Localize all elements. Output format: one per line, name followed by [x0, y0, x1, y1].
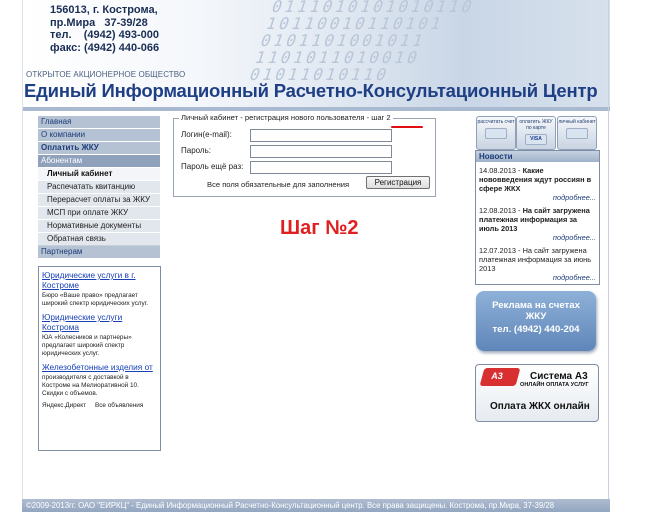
site-title[interactable]: Единый Информационный Расчетно-Консульта… — [24, 80, 598, 102]
nav-item-partners[interactable]: Партнерам — [38, 246, 160, 259]
more-link[interactable]: подробнее... — [476, 233, 596, 242]
register-button[interactable]: Регистрация — [366, 176, 430, 189]
page-border-left — [22, 0, 23, 512]
button-label: личный кабинет — [558, 119, 596, 125]
address-line: 156013, г. Кострома, — [50, 4, 158, 16]
banner-line: Реклама на счетах — [492, 300, 580, 311]
nav-item-about[interactable]: О компании — [38, 129, 160, 142]
news-panel: Новости 14.08.2013 - Какие нововведения … — [475, 150, 600, 285]
more-link[interactable]: подробнее... — [476, 273, 596, 282]
news-date: 12.08.2013 — [479, 206, 516, 215]
user-icon — [566, 128, 588, 139]
nav-item-personal-cabinet[interactable]: Личный кабинет — [38, 168, 160, 181]
password-input[interactable] — [250, 145, 392, 158]
binary-decoration: 0111010101010110 10110010110101 01011010… — [247, 0, 478, 84]
fax-line: факс: (4942) 440-066 — [50, 41, 160, 54]
news-item[interactable]: 12.07.2013 - На сайт загружена платежная… — [479, 246, 596, 273]
nav-item-subscribers[interactable]: Абонентам — [38, 155, 160, 168]
left-nav: Главная О компании Оплатить ЖКУ Абонента… — [38, 116, 160, 259]
login-input[interactable] — [250, 129, 392, 142]
news-item[interactable]: 12.08.2013 - На сайт загружена платежная… — [479, 206, 596, 233]
a3-title: Система А3 — [530, 371, 588, 382]
phone-line: тел. (4942) 493-000 — [50, 29, 159, 41]
button-label: рассчитать счет — [477, 119, 515, 125]
address-line: пр.Мира 37-39/28 — [50, 16, 148, 29]
ad-link[interactable]: Юридические услуги в г. Костроме — [42, 270, 160, 290]
card-icon: VISA — [525, 134, 547, 145]
a3-cta: Оплата ЖКХ онлайн — [490, 401, 590, 412]
more-link[interactable]: подробнее... — [476, 193, 596, 202]
calculator-icon — [485, 128, 507, 139]
button-label: оплатить ЖКУ по карте — [519, 119, 553, 131]
nav-item-pay[interactable]: Оплатить ЖКУ — [38, 142, 160, 155]
a3-payment-banner[interactable]: A3 Система А3 ОНЛАЙН ОПЛАТА УСЛУГ Оплата… — [475, 364, 599, 422]
nav-item-documents[interactable]: Нормативные документы — [38, 220, 160, 233]
calculate-bill-button[interactable]: рассчитать счет — [476, 116, 516, 150]
news-item[interactable]: 14.08.2013 - Какие нововведения ждут рос… — [479, 166, 596, 193]
step-underline-mark — [391, 126, 423, 128]
yandex-direct-link[interactable]: Яндекс.Директ — [42, 402, 86, 409]
yandex-direct-ads: Юридические услуги в г. Костроме Бюро «В… — [38, 266, 161, 451]
nav-item-feedback[interactable]: Обратная связь — [38, 233, 160, 246]
ad-footer: Яндекс.Директ Все объявления — [42, 402, 160, 409]
a3-subtitle: ОНЛАЙН ОПЛАТА УСЛУГ — [520, 382, 589, 388]
a3-logo-icon: A3 — [479, 368, 521, 386]
nav-item-recalculation[interactable]: Перерасчет оплаты за ЖКУ — [38, 194, 160, 207]
nav-item-home[interactable]: Главная — [38, 116, 160, 129]
ad-text: ЮА «Колесников и партнеры» предлагает ши… — [42, 334, 132, 357]
nav-item-msp[interactable]: МСП при оплате ЖКУ — [38, 207, 160, 220]
ad-text: производителя с доставкой в Костроме на … — [42, 374, 139, 397]
all-ads-link[interactable]: Все объявления — [95, 402, 143, 409]
ad-text: Бюро «Ваше право» предлагает широкий спе… — [42, 292, 149, 307]
password-confirm-label: Пароль ещё раз: — [181, 162, 244, 171]
required-note: Все поля обязательные для заполнения — [207, 180, 350, 189]
personal-cabinet-button[interactable]: личный кабинет — [557, 116, 597, 150]
org-type: ОТКРЫТОЕ АКЦИОНЕРНОЕ ОБЩЕСТВО — [26, 70, 186, 79]
news-title: Новости — [476, 151, 599, 162]
form-legend: Личный кабинет - регистрация нового поль… — [179, 113, 393, 122]
banner-line: ЖКУ — [525, 311, 547, 322]
page-border-right — [608, 0, 609, 512]
address-block: 156013, г. Кострома, пр.Мира 37-39/28 те… — [50, 4, 159, 54]
a3-logo-text: A3 — [491, 371, 503, 381]
pay-by-card-button[interactable]: оплатить ЖКУ по карте VISA — [516, 116, 556, 150]
password-label: Пароль: — [181, 146, 211, 155]
nav-item-print-receipt[interactable]: Распечатать квитанцию — [38, 181, 160, 194]
site-header: 0111010101010110 10110010110101 01011010… — [22, 0, 610, 108]
advertising-banner[interactable]: Реклама на счетах ЖКУ тел. (4942) 440-20… — [476, 291, 596, 351]
site-footer: ©2009-2013гг. ОАО "ЕИРКЦ" - Единый Инфор… — [22, 499, 610, 512]
step-heading: Шаг №2 — [280, 217, 359, 239]
banner-phone: тел. (4942) 440-204 — [492, 324, 580, 335]
login-label: Логин(e-mail): — [181, 130, 232, 139]
ad-link[interactable]: Юридические услуги Кострома — [42, 312, 160, 332]
password-confirm-input[interactable] — [250, 161, 392, 174]
ad-link[interactable]: Железобетонные изделия от — [42, 362, 160, 372]
registration-form: Личный кабинет - регистрация нового поль… — [173, 113, 436, 197]
news-date: 12.07.2013 — [479, 246, 516, 255]
news-date: 14.08.2013 — [479, 166, 516, 175]
header-divider — [22, 107, 610, 111]
